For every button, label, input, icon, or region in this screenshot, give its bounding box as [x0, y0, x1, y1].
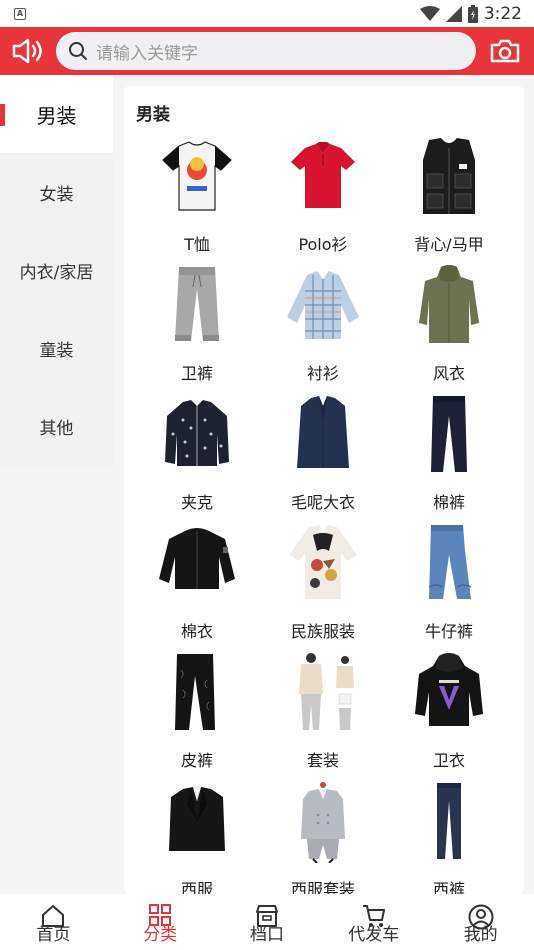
shirt-image	[281, 263, 365, 347]
category-item-leather-pants[interactable]: 皮裤	[134, 650, 260, 779]
nav-category[interactable]: 分类	[107, 894, 214, 950]
wifi-icon	[419, 5, 440, 21]
category-item-trenchcoat[interactable]: 风衣	[386, 263, 512, 392]
trousers-image	[407, 779, 491, 863]
sidebar-item-underwear-home[interactable]: 内衣/家居	[0, 231, 113, 309]
search-icon	[69, 42, 87, 60]
category-item-label: 民族服装	[290, 622, 355, 641]
sidebar-item-label: 内衣/家居	[19, 262, 94, 283]
nav-label: 我的	[463, 925, 498, 945]
category-item-tshirt[interactable]: T恤	[134, 134, 260, 263]
outfit-set-image	[281, 650, 365, 734]
nav-dropship-cart[interactable]: 代发车	[320, 894, 427, 950]
category-item-label: 夹克	[180, 493, 213, 512]
category-item-jacket[interactable]: 夹克	[134, 392, 260, 521]
nav-stalls[interactable]: 档口	[214, 894, 321, 950]
category-item-cotton-pants[interactable]: 棉裤	[386, 392, 512, 521]
category-item-label: Polo衫	[298, 235, 348, 254]
sidebar-item-label: 女装	[39, 184, 74, 205]
category-item-trousers[interactable]: 西裤	[386, 779, 512, 894]
category-item-label: 衬衫	[306, 364, 339, 383]
category-item-hoodie[interactable]: 卫衣	[386, 650, 512, 779]
nav-home[interactable]: 首页	[0, 894, 107, 950]
category-item-polo[interactable]: Polo衫	[260, 134, 386, 263]
category-item-label: 牛仔裤	[424, 622, 473, 641]
camera-button[interactable]	[476, 27, 534, 75]
jacket-image	[155, 392, 239, 476]
category-item-vest[interactable]: 背心/马甲	[386, 134, 512, 263]
sidebar-item-other[interactable]: 其他	[0, 387, 113, 465]
status-bar: A 3:22	[0, 0, 534, 27]
panel-title: 男装	[136, 105, 170, 125]
sidebar-item-womenswear[interactable]: 女装	[0, 153, 113, 231]
sweatpants-image	[155, 263, 239, 347]
category-item-label: 西服套装	[290, 880, 355, 894]
search-placeholder: 请输入关键字	[96, 43, 198, 64]
sidebar-item-label: 童装	[39, 340, 74, 361]
category-item-label: 棉裤	[432, 493, 465, 512]
jeans-image	[407, 521, 491, 605]
category-item-sweatpants[interactable]: 卫裤	[134, 263, 260, 392]
nav-profile[interactable]: 我的	[427, 894, 534, 950]
category-item-label: 风衣	[432, 364, 465, 383]
vest-image	[407, 134, 491, 218]
category-item-label: 西裤	[432, 880, 465, 894]
nav-label: 代发车	[348, 925, 400, 945]
category-item-jeans[interactable]: 牛仔裤	[386, 521, 512, 650]
category-item-blazer[interactable]: 西服	[134, 779, 260, 894]
announcement-button[interactable]	[0, 27, 56, 75]
nav-label: 档口	[249, 925, 284, 945]
status-indicators: 3:22	[419, 3, 522, 24]
header-bar: 请输入关键字	[0, 27, 534, 75]
category-item-outfit-set[interactable]: 套装	[260, 650, 386, 779]
sidebar-item-menswear[interactable]: 男装	[0, 75, 113, 153]
category-item-label: 卫衣	[432, 751, 465, 770]
category-item-label: 毛呢大衣	[290, 493, 355, 512]
cotton-pants-image	[407, 392, 491, 476]
ethnic-wear-image	[281, 521, 365, 605]
category-item-label: 套装	[306, 751, 339, 770]
category-item-label: 卫裤	[180, 364, 213, 383]
padded-jacket-image	[155, 521, 239, 605]
category-item-padded-jacket[interactable]: 棉衣	[134, 521, 260, 650]
sidebar-item-kidswear[interactable]: 童装	[0, 309, 113, 387]
bottom-navigation: 首页 分类 档口 代发车 我的	[0, 894, 534, 950]
status-time: 3:22	[483, 3, 522, 24]
sidebar-item-label: 其他	[39, 418, 74, 439]
trenchcoat-image	[407, 263, 491, 347]
hoodie-image	[407, 650, 491, 734]
category-item-shirt[interactable]: 衬衫	[260, 263, 386, 392]
category-item-label: 西服	[180, 880, 213, 894]
signal-icon	[445, 5, 462, 22]
category-item-label: T恤	[184, 235, 210, 254]
nav-label: 首页	[36, 925, 71, 945]
polo-image	[281, 134, 365, 218]
category-item-label: 棉衣	[180, 622, 213, 641]
search-input[interactable]: 请输入关键字	[56, 32, 476, 70]
subcategory-panel: 男装 T恤 Polo衫 背心/马甲 卫裤 衬衫 风衣 夹克 毛呢大衣 棉裤 棉衣…	[124, 86, 524, 894]
notification-a-icon: A	[14, 7, 26, 20]
camera-icon	[490, 39, 520, 63]
category-item-ethnic-wear[interactable]: 民族服装	[260, 521, 386, 650]
leather-pants-image	[155, 650, 239, 734]
category-sidebar: 男装 女装 内衣/家居 童装 其他	[0, 75, 113, 465]
speaker-icon	[12, 38, 42, 64]
category-item-label: 背心/马甲	[414, 235, 484, 254]
subcategory-grid: T恤 Polo衫 背心/马甲 卫裤 衬衫 风衣 夹克 毛呢大衣 棉裤 棉衣 民族…	[134, 134, 514, 894]
category-item-wool-coat[interactable]: 毛呢大衣	[260, 392, 386, 521]
wool-coat-image	[281, 392, 365, 476]
category-item-suit-set[interactable]: 西服套装	[260, 779, 386, 894]
tshirt-image	[155, 134, 239, 218]
blazer-image	[155, 779, 239, 863]
sidebar-item-label: 男装	[36, 103, 77, 128]
battery-icon	[467, 4, 478, 23]
nav-label: 分类	[143, 925, 178, 945]
suit-set-image	[281, 779, 365, 863]
category-item-label: 皮裤	[180, 751, 213, 770]
